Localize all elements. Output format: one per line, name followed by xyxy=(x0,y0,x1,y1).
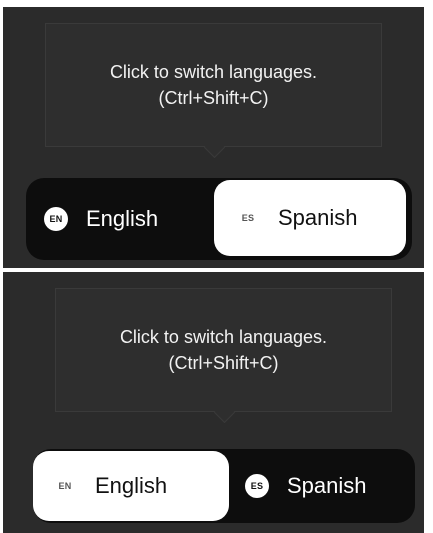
language-option-label: English xyxy=(95,473,168,498)
es-badge-icon: ES xyxy=(241,213,255,223)
language-option-spanish[interactable]: ES Spanish xyxy=(214,180,406,256)
switch-language-tooltip: Click to switch languages. (Ctrl+Shift+C… xyxy=(55,288,392,424)
tooltip-text: Click to switch languages. xyxy=(119,327,328,347)
language-option-label: Spanish xyxy=(278,205,358,230)
language-toggle[interactable]: EN English ES Spanish xyxy=(26,178,412,260)
tooltip-shortcut: (Ctrl+Shift+C) xyxy=(168,353,279,373)
switch-language-tooltip: Click to switch languages. (Ctrl+Shift+C… xyxy=(45,23,382,159)
language-toggle[interactable]: EN English ES Spanish xyxy=(33,449,415,523)
en-badge-icon: EN xyxy=(58,481,72,491)
en-badge-icon: EN xyxy=(44,207,68,231)
tooltip-arrow xyxy=(213,401,235,424)
language-option-spanish[interactable]: ES Spanish xyxy=(229,449,415,523)
language-option-label: Spanish xyxy=(287,473,367,498)
language-option-english[interactable]: EN English xyxy=(26,178,216,260)
tooltip-shortcut: (Ctrl+Shift+C) xyxy=(158,88,269,108)
language-option-english[interactable]: EN English xyxy=(33,451,229,521)
language-switcher-panel-bottom: Click to switch languages. (Ctrl+Shift+C… xyxy=(3,272,424,533)
language-option-label: English xyxy=(86,206,159,231)
language-switcher-panel-top: Click to switch languages. (Ctrl+Shift+C… xyxy=(3,7,424,268)
es-badge-icon: ES xyxy=(245,474,269,498)
tooltip-text: Click to switch languages. xyxy=(109,62,318,82)
tooltip-arrow xyxy=(203,136,225,159)
